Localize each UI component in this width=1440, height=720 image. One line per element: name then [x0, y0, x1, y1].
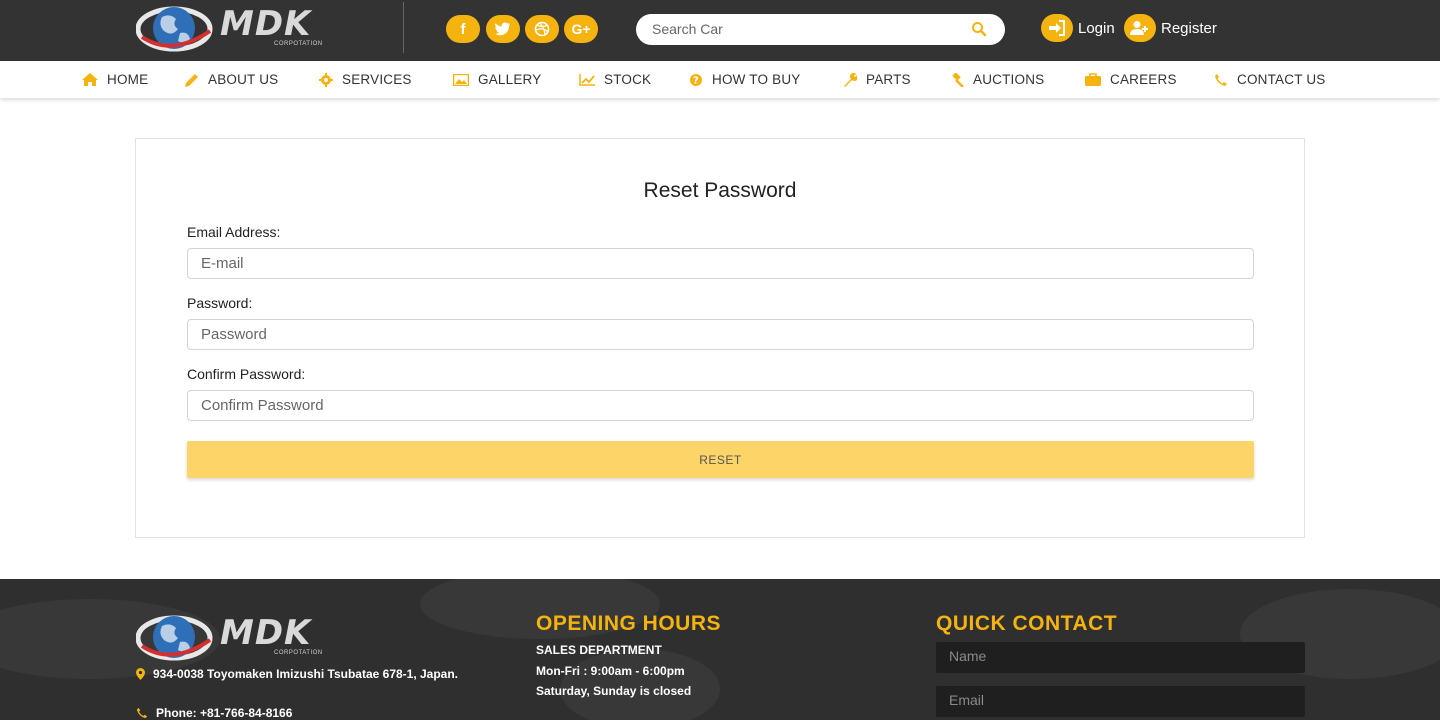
nav-item-services[interactable]: SERVICES: [319, 72, 412, 87]
gear-icon: [319, 72, 333, 87]
reset-button[interactable]: RESET: [187, 441, 1254, 478]
twitter-icon: [495, 22, 510, 36]
dribbble-icon: [534, 21, 550, 37]
phone-icon: [136, 707, 148, 719]
sales-department: SALES DEPARTMENT: [536, 643, 662, 657]
question-icon: ?: [690, 73, 702, 86]
header-divider: [403, 2, 404, 53]
facebook-icon: f: [460, 20, 466, 38]
pencil-icon: [185, 73, 198, 87]
password-field-wrapper: [187, 319, 1254, 350]
home-icon: [82, 73, 98, 86]
address-text: 934-0038 Toyomaken Imizushi Tsubatae 678…: [153, 667, 459, 681]
confirm-password-label: Confirm Password:: [187, 366, 306, 382]
nav-label: CAREERS: [1110, 72, 1177, 87]
email-field-wrapper: [187, 248, 1254, 279]
login-icon: [1041, 14, 1073, 42]
briefcase-icon: [1085, 73, 1101, 86]
nav-item-parts[interactable]: PARTS: [843, 72, 911, 87]
nav-label: ABOUT US: [208, 72, 279, 87]
footer-phone: Phone: +81-766-84-8166: [136, 706, 292, 720]
nav-item-how-to-buy[interactable]: ? HOW TO BUY: [689, 72, 801, 87]
nav-label: SERVICES: [342, 72, 412, 87]
weekend-note: Saturday, Sunday is closed: [536, 684, 692, 698]
add-user-icon: [1124, 14, 1156, 42]
contact-email-field[interactable]: [949, 692, 1289, 708]
nav-item-about-us[interactable]: ABOUT US: [185, 72, 278, 87]
register-link[interactable]: Register: [1124, 14, 1217, 42]
twitter-button[interactable]: [486, 15, 520, 43]
page-title: Reset Password: [643, 179, 797, 202]
logo-wordmark: MDK: [220, 613, 312, 653]
nav-item-careers[interactable]: CAREERS: [1085, 72, 1177, 87]
opening-hours-heading: OPENING HOURS: [536, 612, 722, 635]
wrench-icon: [844, 72, 857, 87]
footer-address: 934-0038 Toyomaken Imizushi Tsubatae 678…: [136, 667, 458, 681]
confirm-password-field-wrapper: [187, 390, 1254, 421]
globe-logo-icon: [136, 615, 213, 661]
facebook-button[interactable]: f: [446, 15, 480, 43]
weekday-hours: Mon-Fri : 9:00am - 6:00pm: [536, 664, 685, 678]
email-field-wrapper: [936, 686, 1305, 717]
password-field[interactable]: [201, 326, 1231, 343]
quick-contact-heading: QUICK CONTACT: [936, 612, 1118, 635]
register-label: Register: [1161, 19, 1217, 37]
chart-line-icon: [579, 73, 595, 86]
google-plus-button[interactable]: G+: [564, 15, 598, 43]
name-field[interactable]: [949, 648, 1289, 664]
search-icon[interactable]: [971, 21, 987, 37]
login-link[interactable]: Login: [1041, 14, 1115, 42]
footer-logo[interactable]: MDK CORPOTATION: [136, 612, 336, 664]
login-label: Login: [1078, 19, 1115, 37]
nav-item-contact-us[interactable]: CONTACT US: [1214, 72, 1326, 87]
nav-label: CONTACT US: [1237, 72, 1326, 87]
nav-label: HOME: [107, 72, 149, 87]
logo-subtitle: CORPOTATION: [274, 650, 323, 656]
google-plus-icon: G+: [571, 21, 591, 37]
gavel-icon: [952, 72, 964, 87]
phone-icon: [1215, 73, 1227, 86]
nav-label: GALLERY: [478, 72, 542, 87]
nav-label: STOCK: [604, 72, 652, 87]
logo-subtitle: CORPOTATION: [274, 41, 323, 47]
phone-text: Phone: +81-766-84-8166: [156, 706, 293, 720]
nav-item-auctions[interactable]: AUCTIONS: [949, 72, 1044, 87]
name-field-wrapper: [936, 642, 1305, 673]
main-nav: HOME ABOUT US SERVICES GALLERY STOCK ? H…: [0, 61, 1440, 98]
dribbble-button[interactable]: [525, 15, 559, 43]
globe-logo-icon: [136, 6, 213, 52]
nav-item-home[interactable]: HOME: [82, 72, 148, 87]
confirm-password-field[interactable]: [201, 397, 1231, 414]
nav-label: PARTS: [866, 72, 911, 87]
email-field[interactable]: [201, 255, 1231, 272]
map-marker-icon: [136, 668, 145, 680]
nav-label: AUCTIONS: [973, 72, 1045, 87]
nav-item-gallery[interactable]: GALLERY: [453, 72, 541, 87]
footer: MDK CORPOTATION 934-0038 Toyomaken Imizu…: [0, 579, 1440, 720]
search-input[interactable]: [652, 21, 952, 37]
search-box: [636, 14, 1005, 45]
site-logo[interactable]: MDK CORPOTATION: [136, 3, 336, 55]
email-label: Email Address:: [187, 224, 281, 240]
reset-password-card: Reset Password Email Address: Password: …: [135, 138, 1305, 538]
logo-wordmark: MDK: [220, 4, 312, 44]
svg-text:?: ?: [693, 75, 699, 86]
image-icon: [453, 73, 469, 86]
top-bar: MDK CORPOTATION f G+ Login Register: [0, 0, 1440, 61]
nav-item-stock[interactable]: STOCK: [579, 72, 651, 87]
nav-label: HOW TO BUY: [712, 72, 801, 87]
password-label: Password:: [187, 295, 253, 311]
